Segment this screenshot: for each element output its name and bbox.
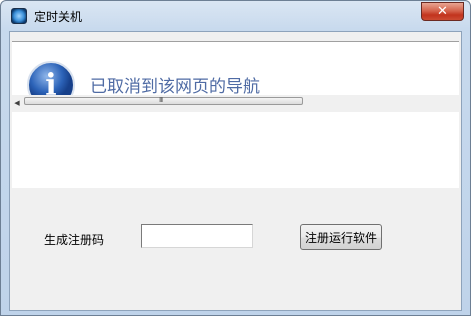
close-button[interactable]: ✕	[421, 2, 464, 21]
horizontal-scrollbar[interactable]: ◀ III	[12, 95, 459, 112]
web-view: 已取消到该网页的导航 ◀ III	[12, 41, 459, 188]
registration-code-input[interactable]	[141, 224, 253, 248]
navigation-canceled-message: 已取消到该网页的导航	[90, 77, 260, 97]
register-run-button[interactable]: 注册运行软件	[300, 224, 382, 250]
client-area: 已取消到该网页的导航 ◀ III 生成注册码 注册运行软件	[9, 31, 462, 311]
window-title: 定时关机	[34, 10, 83, 24]
scrollbar-thumb[interactable]: III	[24, 96, 303, 105]
app-icon	[11, 8, 27, 24]
close-icon: ✕	[437, 4, 448, 19]
scroll-left-icon[interactable]: ◀	[12, 95, 22, 112]
app-window: 定时关机 ✕ 已取消到该网页的导航 ◀ III 生成注册码 注册运行软件	[0, 0, 471, 316]
scrollbar-grip-icon: III	[159, 96, 163, 104]
web-content-area	[12, 112, 459, 188]
registration-code-label: 生成注册码	[44, 233, 105, 247]
title-bar[interactable]: 定时关机 ✕	[1, 1, 470, 31]
